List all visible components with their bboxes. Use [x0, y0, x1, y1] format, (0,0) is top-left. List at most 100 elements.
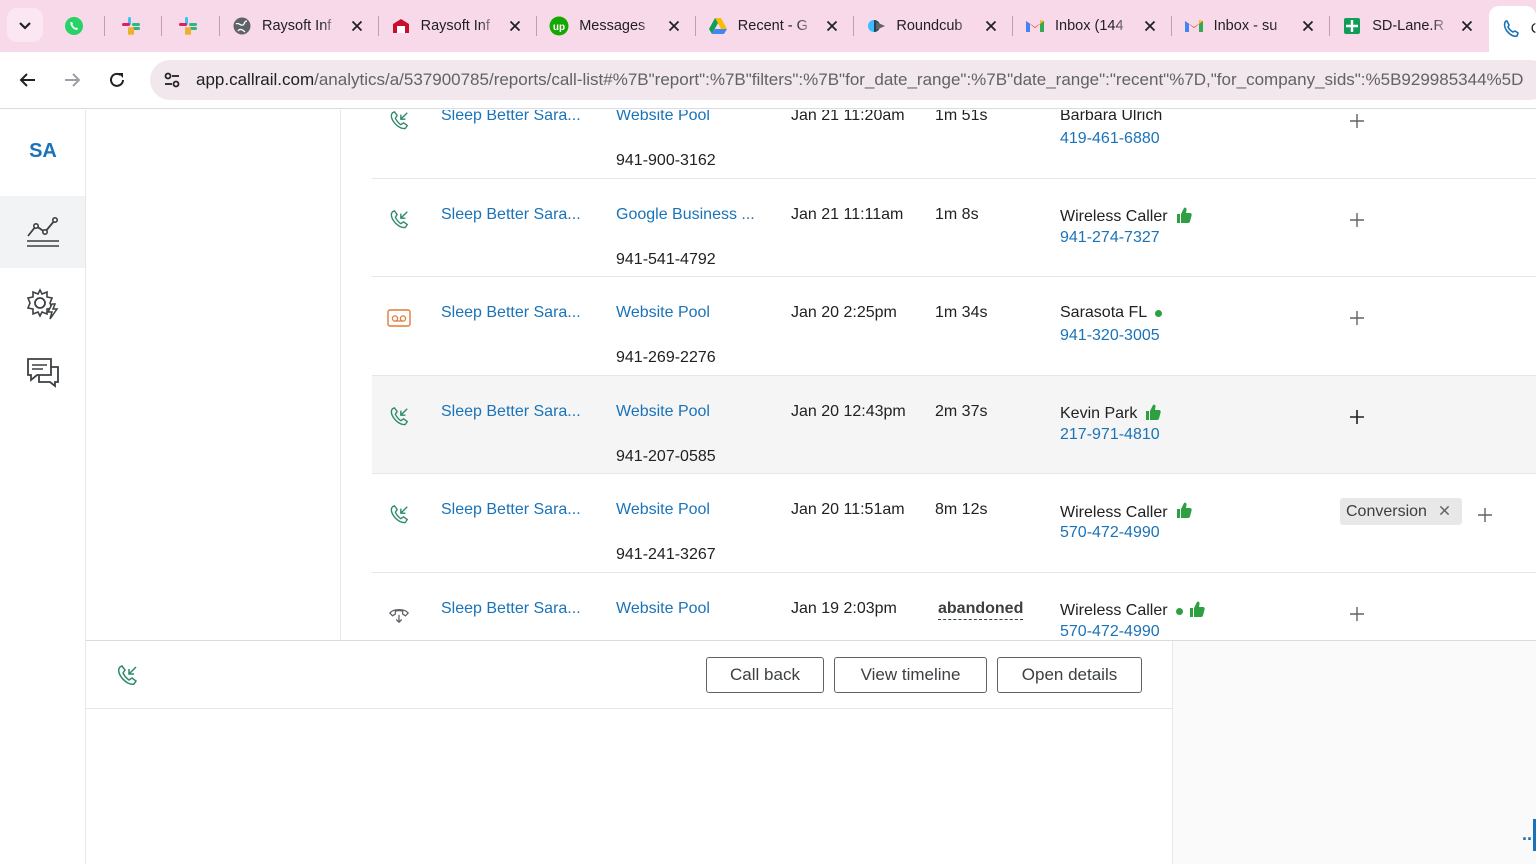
- caller-info: Wireless Caller: [1060, 501, 1192, 524]
- caller-phone-link[interactable]: 217-971-4810: [1060, 426, 1160, 444]
- add-tag-icon[interactable]: [1344, 404, 1370, 430]
- call-row[interactable]: Sleep Better Sara... Website Pool 941-900-…: [372, 110, 1536, 179]
- thumbs-up-icon: [1189, 600, 1205, 623]
- call-row[interactable]: Sleep Better Sara... Website Pool 941-269-…: [372, 277, 1536, 376]
- caller-phone-link[interactable]: 941-274-7327: [1060, 229, 1160, 247]
- browser-tab[interactable]: up Messages: [537, 8, 696, 44]
- browser-tab[interactable]: [48, 8, 105, 44]
- close-icon[interactable]: [347, 16, 367, 36]
- source-link[interactable]: Website Pool: [616, 304, 761, 322]
- tab-search-button[interactable]: [7, 8, 43, 42]
- caller-phone-link[interactable]: 941-320-3005: [1060, 327, 1160, 345]
- inbound-call-icon: [386, 207, 412, 233]
- tab-separator: [1012, 16, 1013, 36]
- close-icon[interactable]: [1298, 16, 1318, 36]
- tab-separator: [853, 16, 855, 36]
- browser-tab[interactable]: Roundcub: [854, 8, 1013, 44]
- tab-title: SD-Lane.R: [1372, 18, 1444, 34]
- source-link[interactable]: Google Business ...: [616, 206, 761, 224]
- browser-tab[interactable]: [105, 8, 162, 44]
- add-tag-icon[interactable]: [1344, 601, 1370, 627]
- call-duration: 1m 51s: [935, 110, 988, 124]
- call-list: Sleep Better Sara... Website Pool 941-900-…: [372, 110, 1536, 671]
- caller-phone-link[interactable]: 570-472-4990: [1060, 623, 1160, 641]
- account-avatar[interactable]: SA: [0, 140, 86, 163]
- forward-button[interactable]: [56, 64, 88, 96]
- source-link[interactable]: Website Pool: [616, 600, 761, 618]
- caller-phone-link[interactable]: 570-472-4990: [1060, 524, 1160, 542]
- call-detail-panel: Call back View timeline Open details ..: [86, 640, 1536, 864]
- source-link[interactable]: Website Pool: [616, 110, 761, 125]
- browser-tab[interactable]: SD-Lane.R: [1330, 8, 1489, 44]
- source-link[interactable]: Website Pool: [616, 501, 761, 519]
- browser-tab[interactable]: Recent - G: [696, 8, 855, 44]
- caller-info: Sarasota FL: [1060, 304, 1163, 322]
- inbound-call-icon: [386, 404, 412, 430]
- call-back-button[interactable]: Call back: [706, 657, 824, 693]
- status-dot-icon: [1175, 607, 1183, 615]
- caller-phone-link[interactable]: 419-461-6880: [1060, 130, 1160, 148]
- company-link[interactable]: Sleep Better Sara...: [441, 600, 591, 618]
- browser-tab[interactable]: C: [1488, 6, 1536, 52]
- remove-tag-icon[interactable]: [1439, 503, 1450, 521]
- tab-separator: [694, 16, 696, 36]
- browser-tab[interactable]: Raysoft Inf: [379, 8, 538, 44]
- omnibox[interactable]: app.callrail.com/analytics/a/537900785/r…: [150, 60, 1536, 100]
- company-link[interactable]: Sleep Better Sara...: [441, 206, 591, 224]
- add-tag-icon[interactable]: [1344, 110, 1370, 134]
- tracking-number: 941-541-4792: [616, 250, 716, 268]
- thumbs-up-icon: [1176, 501, 1192, 524]
- add-tag-icon[interactable]: [1344, 305, 1370, 331]
- nav-analytics[interactable]: [0, 196, 85, 268]
- back-button[interactable]: [12, 64, 44, 96]
- caller-info: Wireless Caller: [1060, 206, 1192, 229]
- nav-settings[interactable]: [0, 268, 85, 340]
- abandoned-call-icon: [386, 601, 412, 627]
- tracking-number: 941-269-2276: [616, 349, 716, 366]
- add-tag-icon[interactable]: [1344, 207, 1370, 233]
- add-tag-icon[interactable]: [1472, 502, 1498, 528]
- close-icon[interactable]: [1140, 16, 1160, 36]
- thumbs-up-icon: [1145, 403, 1162, 426]
- reload-button[interactable]: [101, 64, 133, 96]
- more-dots[interactable]: ..: [1522, 824, 1532, 845]
- company-link[interactable]: Sleep Better Sara...: [441, 110, 591, 125]
- tab-title: Raysoft Inf: [262, 18, 332, 34]
- tab-title: Roundcub: [896, 18, 963, 34]
- browser-tab[interactable]: [162, 8, 219, 44]
- close-icon[interactable]: [505, 16, 525, 36]
- url-text: app.callrail.com/analytics/a/537900785/r…: [196, 70, 1523, 90]
- tab-separator: [377, 16, 379, 36]
- close-icon[interactable]: [981, 16, 1001, 36]
- call-row[interactable]: Sleep Better Sara... Google Business ... 9…: [372, 179, 1536, 277]
- close-icon[interactable]: [822, 16, 842, 36]
- call-row[interactable]: Sleep Better Sara... Website Pool 941-207-…: [372, 375, 1536, 474]
- open-details-button[interactable]: Open details: [997, 657, 1142, 693]
- close-icon[interactable]: [1457, 16, 1477, 36]
- company-link[interactable]: Sleep Better Sara...: [441, 403, 591, 421]
- call-time: Jan 20 11:51am: [791, 501, 905, 518]
- arrow-right-icon: [65, 73, 81, 87]
- source-link[interactable]: Website Pool: [616, 403, 761, 421]
- nav-messages[interactable]: [0, 336, 85, 408]
- browser-tab[interactable]: Inbox - su: [1172, 8, 1331, 44]
- call-row[interactable]: Sleep Better Sara... Website Pool 941-241-…: [372, 474, 1536, 573]
- thumbs-up-icon: [1176, 206, 1192, 229]
- chevron-down-icon: [19, 22, 31, 30]
- close-icon[interactable]: [664, 16, 684, 36]
- tracking-number: 941-900-3162: [616, 152, 716, 169]
- site-settings-icon[interactable]: [160, 68, 184, 92]
- company-link[interactable]: Sleep Better Sara...: [441, 304, 591, 322]
- company-link[interactable]: Sleep Better Sara...: [441, 501, 591, 519]
- view-timeline-button[interactable]: View timeline: [834, 657, 987, 693]
- call-time: Jan 20 2:25pm: [791, 304, 897, 321]
- caller-info: Kevin Park: [1060, 403, 1162, 426]
- arrow-left-icon: [19, 73, 35, 87]
- tab-separator: [219, 16, 220, 36]
- browser-tab[interactable]: Raysoft Inf: [220, 8, 379, 44]
- caller-name: Wireless Caller: [1060, 602, 1168, 619]
- browser-tab[interactable]: Inbox (144: [1013, 8, 1172, 44]
- gmail-icon: [1025, 16, 1045, 36]
- call-time: Jan 21 11:11am: [791, 205, 904, 223]
- call-duration: 1m 34s: [935, 304, 988, 321]
